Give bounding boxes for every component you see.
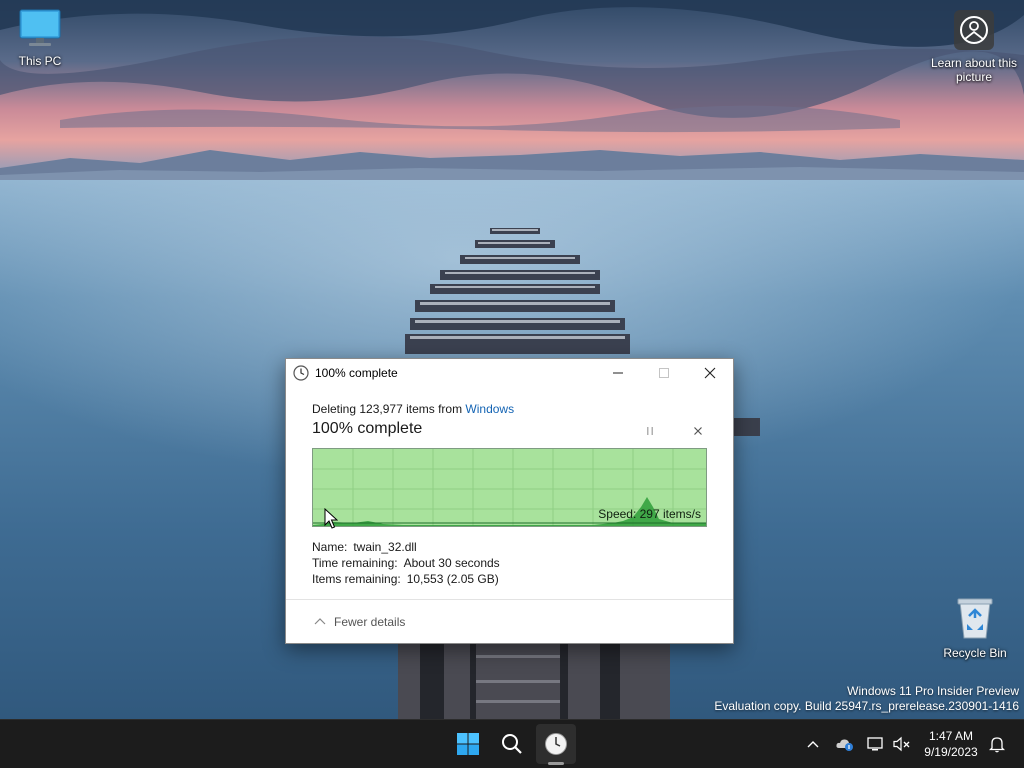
- cancel-operation-button[interactable]: [690, 423, 706, 439]
- detail-items-value: 10,553 (2.05 GB): [406, 572, 499, 586]
- detail-items-label: Items remaining:: [312, 572, 401, 586]
- location-link[interactable]: Windows: [465, 402, 514, 416]
- detail-time-row: Time remaining: About 30 seconds: [312, 555, 500, 571]
- desktop-icon-label: This PC: [18, 54, 62, 68]
- onedrive-tray-button[interactable]: [833, 724, 857, 764]
- close-button[interactable]: [687, 359, 733, 387]
- watermark-edition: Windows 11 Pro Insider Preview: [847, 684, 1019, 698]
- delete-progress-dialog: 100% complete Deleting 123,977 items fro…: [285, 358, 734, 644]
- dialog-titlebar[interactable]: 100% complete: [286, 359, 733, 387]
- volume-tray-button[interactable]: [891, 724, 913, 764]
- clock-icon: [293, 365, 309, 386]
- desktop-icon-label: Learn about this picture: [930, 56, 1018, 84]
- taskbar: 1:47 AM 9/19/2023: [0, 719, 1024, 768]
- onedrive-cloud-icon: [836, 739, 853, 751]
- desktop-icon-label: Recycle Bin: [943, 646, 1007, 660]
- close-icon: [704, 367, 716, 379]
- maximize-button[interactable]: [641, 359, 687, 387]
- detail-name-label: Name:: [312, 540, 348, 554]
- speed-label: Speed: 297 items/s: [598, 507, 701, 521]
- taskbar-clock[interactable]: 1:47 AM 9/19/2023: [920, 728, 982, 760]
- clock-app-icon: [545, 733, 567, 755]
- chevron-up-icon: [314, 618, 326, 625]
- desktop-icon-this-pc[interactable]: This PC: [0, 8, 80, 68]
- desktop-icon-learn-about-picture[interactable]: Learn about this picture: [928, 10, 1020, 84]
- mouse-cursor-icon: [324, 507, 339, 535]
- search-button[interactable]: [492, 724, 532, 764]
- minimize-icon: [613, 372, 623, 374]
- detail-time-label: Time remaining:: [312, 556, 398, 570]
- running-app-indicator: [548, 762, 564, 765]
- notifications-button[interactable]: [986, 724, 1008, 764]
- search-icon: [502, 734, 522, 754]
- windows-watermark: Windows 11 Pro Insider Preview Evaluatio…: [714, 684, 1019, 714]
- start-button[interactable]: [448, 724, 488, 764]
- speed-graph: Speed: 297 items/s: [312, 448, 707, 527]
- network-tray-button[interactable]: [864, 724, 888, 764]
- windows-start-icon: [457, 733, 479, 755]
- detail-name-value: twain_32.dll: [353, 540, 417, 554]
- cancel-icon: [694, 427, 702, 435]
- operation-description: Deleting 123,977 items from Windows: [312, 402, 514, 416]
- operation-prefix: Deleting 123,977 items from: [312, 402, 466, 416]
- watermark-build: Evaluation copy. Build 25947.rs_prerelea…: [714, 699, 1019, 713]
- monitor-icon: [0, 8, 80, 51]
- recycle-bin-icon: [935, 596, 1015, 643]
- taskbar-app-file-operation[interactable]: [536, 724, 576, 764]
- minimize-button[interactable]: [595, 359, 641, 387]
- spotlight-camera-icon: [928, 10, 1020, 53]
- dialog-footer: Fewer details: [286, 599, 733, 643]
- detail-items-row: Items remaining: 10,553 (2.05 GB): [312, 571, 500, 587]
- fewer-details-button[interactable]: Fewer details: [314, 615, 405, 629]
- show-hidden-icons-button[interactable]: [802, 724, 824, 764]
- clock-date: 9/19/2023: [924, 745, 978, 759]
- fewer-details-label: Fewer details: [334, 615, 406, 629]
- desktop-icon-recycle-bin[interactable]: Recycle Bin: [935, 596, 1015, 660]
- notification-bell-icon: [989, 737, 1005, 753]
- volume-muted-icon: [893, 736, 910, 752]
- dialog-title: 100% complete: [315, 366, 398, 380]
- clock-time: 1:47 AM: [928, 729, 974, 743]
- detail-time-value: About 30 seconds: [403, 556, 500, 570]
- pause-button[interactable]: [642, 423, 658, 439]
- network-icon: [867, 737, 883, 751]
- chevron-up-icon: [807, 741, 819, 748]
- maximize-icon: [659, 368, 669, 378]
- details-panel: Name: twain_32.dll Time remaining: About 3…: [312, 539, 500, 587]
- progress-status: 100% complete: [312, 420, 423, 437]
- detail-name-row: Name: twain_32.dll: [312, 539, 500, 555]
- pause-icon: [647, 427, 653, 435]
